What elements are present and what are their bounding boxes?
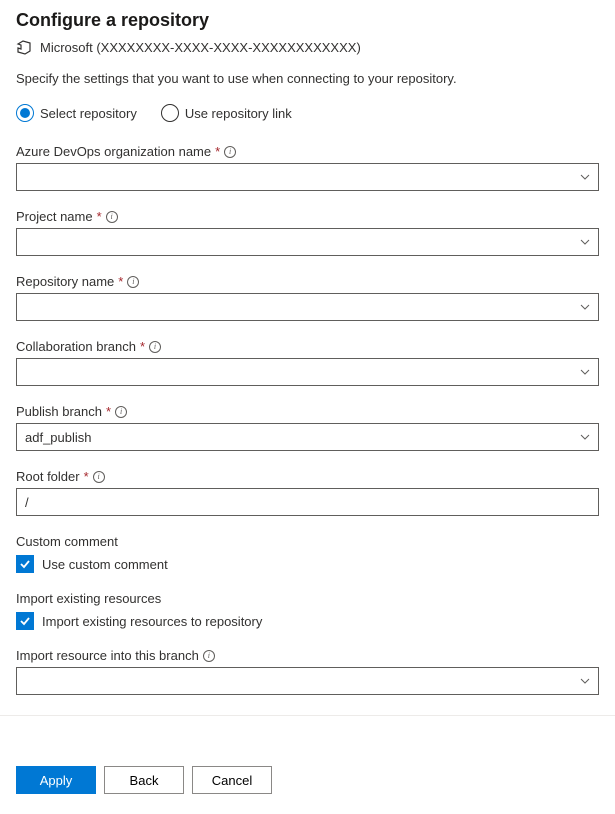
info-icon[interactable]: i <box>203 650 215 662</box>
import-branch-dropdown[interactable] <box>16 667 599 695</box>
info-icon[interactable]: i <box>224 146 236 158</box>
page-title: Configure a repository <box>16 10 599 31</box>
required-asterisk: * <box>215 144 220 159</box>
custom-comment-section-label: Custom comment <box>16 534 599 549</box>
repo-name-dropdown[interactable] <box>16 293 599 321</box>
root-folder-label: Root folder <box>16 469 80 484</box>
radio-unselected-icon <box>161 104 179 122</box>
publish-branch-label: Publish branch <box>16 404 102 419</box>
checkbox-checked-icon <box>16 612 34 630</box>
chevron-down-icon <box>580 237 590 247</box>
import-existing-label: Import existing resources to repository <box>42 614 262 629</box>
use-custom-comment-label: Use custom comment <box>42 557 168 572</box>
root-folder-value: / <box>25 495 29 510</box>
radio-use-repository-link[interactable]: Use repository link <box>161 104 292 122</box>
chevron-down-icon <box>580 302 590 312</box>
info-icon[interactable]: i <box>93 471 105 483</box>
org-name-dropdown[interactable] <box>16 163 599 191</box>
info-icon[interactable]: i <box>127 276 139 288</box>
info-icon[interactable]: i <box>106 211 118 223</box>
footer-button-row: Apply Back Cancel <box>16 766 599 794</box>
chevron-down-icon <box>580 432 590 442</box>
required-asterisk: * <box>106 404 111 419</box>
use-custom-comment-checkbox[interactable]: Use custom comment <box>16 555 599 573</box>
footer-separator <box>0 715 615 716</box>
apply-button[interactable]: Apply <box>16 766 96 794</box>
import-existing-checkbox[interactable]: Import existing resources to repository <box>16 612 599 630</box>
radio-selected-icon <box>16 104 34 122</box>
project-name-dropdown[interactable] <box>16 228 599 256</box>
publish-branch-value: adf_publish <box>25 430 92 445</box>
info-icon[interactable]: i <box>115 406 127 418</box>
chevron-down-icon <box>580 172 590 182</box>
cancel-button[interactable]: Cancel <box>192 766 272 794</box>
required-asterisk: * <box>84 469 89 484</box>
import-branch-label: Import resource into this branch <box>16 648 199 663</box>
checkbox-checked-icon <box>16 555 34 573</box>
info-icon[interactable]: i <box>149 341 161 353</box>
project-name-label: Project name <box>16 209 93 224</box>
repo-name-label: Repository name <box>16 274 114 289</box>
chevron-down-icon <box>580 676 590 686</box>
required-asterisk: * <box>140 339 145 354</box>
collab-branch-label: Collaboration branch <box>16 339 136 354</box>
organization-row: Microsoft (XXXXXXXX-XXXX-XXXX-XXXXXXXXXX… <box>16 39 599 55</box>
publish-branch-dropdown[interactable]: adf_publish <box>16 423 599 451</box>
description-text: Specify the settings that you want to us… <box>16 71 599 86</box>
required-asterisk: * <box>118 274 123 289</box>
collab-branch-dropdown[interactable] <box>16 358 599 386</box>
organization-text: Microsoft (XXXXXXXX-XXXX-XXXX-XXXXXXXXXX… <box>40 40 361 55</box>
chevron-down-icon <box>580 367 590 377</box>
root-folder-input[interactable]: / <box>16 488 599 516</box>
back-button[interactable]: Back <box>104 766 184 794</box>
radio-select-repository-label: Select repository <box>40 106 137 121</box>
required-asterisk: * <box>97 209 102 224</box>
import-existing-section-label: Import existing resources <box>16 591 599 606</box>
repo-mode-radio-group: Select repository Use repository link <box>16 104 599 122</box>
devops-icon <box>16 39 32 55</box>
radio-select-repository[interactable]: Select repository <box>16 104 137 122</box>
radio-use-repository-link-label: Use repository link <box>185 106 292 121</box>
org-name-label: Azure DevOps organization name <box>16 144 211 159</box>
